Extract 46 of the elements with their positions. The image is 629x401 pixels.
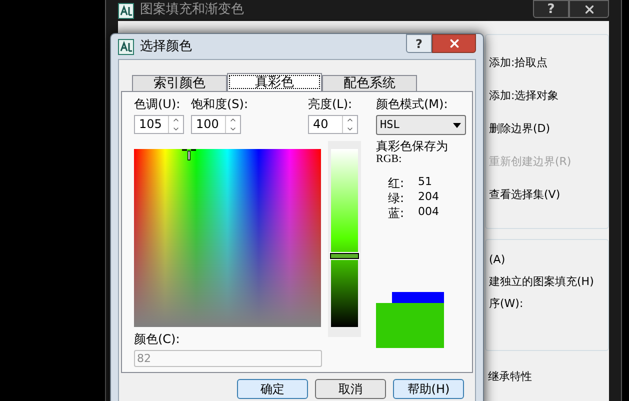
channel-value: 204 [418, 189, 439, 206]
help-button[interactable]: ? [533, 0, 569, 18]
color-mode-dropdown[interactable]: HSL [376, 115, 466, 135]
luminance-field[interactable]: 40 [308, 115, 358, 134]
close-button[interactable] [569, 0, 609, 18]
dialog-button[interactable]: 帮助(H) [393, 379, 464, 399]
hue-field[interactable]: 105 [134, 115, 184, 134]
boundary-action[interactable]: 添加:选择对象 [489, 86, 608, 106]
dialog-title: 选择颜色 [140, 38, 192, 56]
boundary-action[interactable]: 删除边界(D) [489, 119, 608, 139]
help-button[interactable]: ? [406, 34, 432, 53]
tab[interactable]: 索引颜色 [132, 75, 227, 91]
channel-label: 蓝: [388, 204, 406, 222]
boundary-action[interactable]: 添加:拾取点 [489, 53, 608, 73]
dialog-button[interactable]: 取消 [315, 379, 386, 399]
option-label: (A) [489, 252, 506, 268]
dropdown-caret-icon [453, 122, 461, 128]
crosshair-marker[interactable] [180, 149, 197, 161]
saved-as-label: 真彩色保存为 [376, 139, 448, 153]
channel-label: 绿: [388, 190, 406, 206]
color-mode-label: 颜色模式(M): [376, 96, 449, 113]
saturation-label: 饱和度(S): [191, 96, 250, 113]
boundary-action[interactable]: 查看选择集(V) [489, 185, 608, 205]
option-label: 序(W): [489, 296, 524, 312]
luminance-slider-thumb[interactable] [330, 252, 359, 259]
hue-label: 色调(U): [134, 96, 182, 113]
channel-value: 004 [418, 204, 439, 220]
option-label: 建独立的图案填充(H) [489, 274, 595, 290]
dialog-button[interactable]: 确定 [237, 379, 308, 399]
window-title: 图案填充和渐变色 [140, 0, 244, 18]
app-icon [118, 38, 134, 54]
tab[interactable]: 真彩色 [227, 73, 322, 91]
luminance-bar[interactable] [331, 149, 358, 327]
inherit-button[interactable]: 继承特性 [488, 367, 532, 387]
rgb-label: RGB: [376, 153, 403, 165]
close-icon [582, 2, 596, 16]
channel-label: 红: [388, 174, 406, 192]
app-icon [118, 3, 134, 19]
color-label: 颜色(C): [134, 331, 181, 348]
channel-value: 51 [418, 174, 432, 190]
saturation-field[interactable]: 100 [191, 115, 241, 134]
tab[interactable]: 配色系统 [322, 75, 417, 91]
hue-saturation-spectrum[interactable] [134, 149, 321, 327]
close-button[interactable] [432, 34, 476, 53]
close-icon [448, 37, 460, 50]
luminance-label: 亮度(L): [308, 96, 354, 113]
